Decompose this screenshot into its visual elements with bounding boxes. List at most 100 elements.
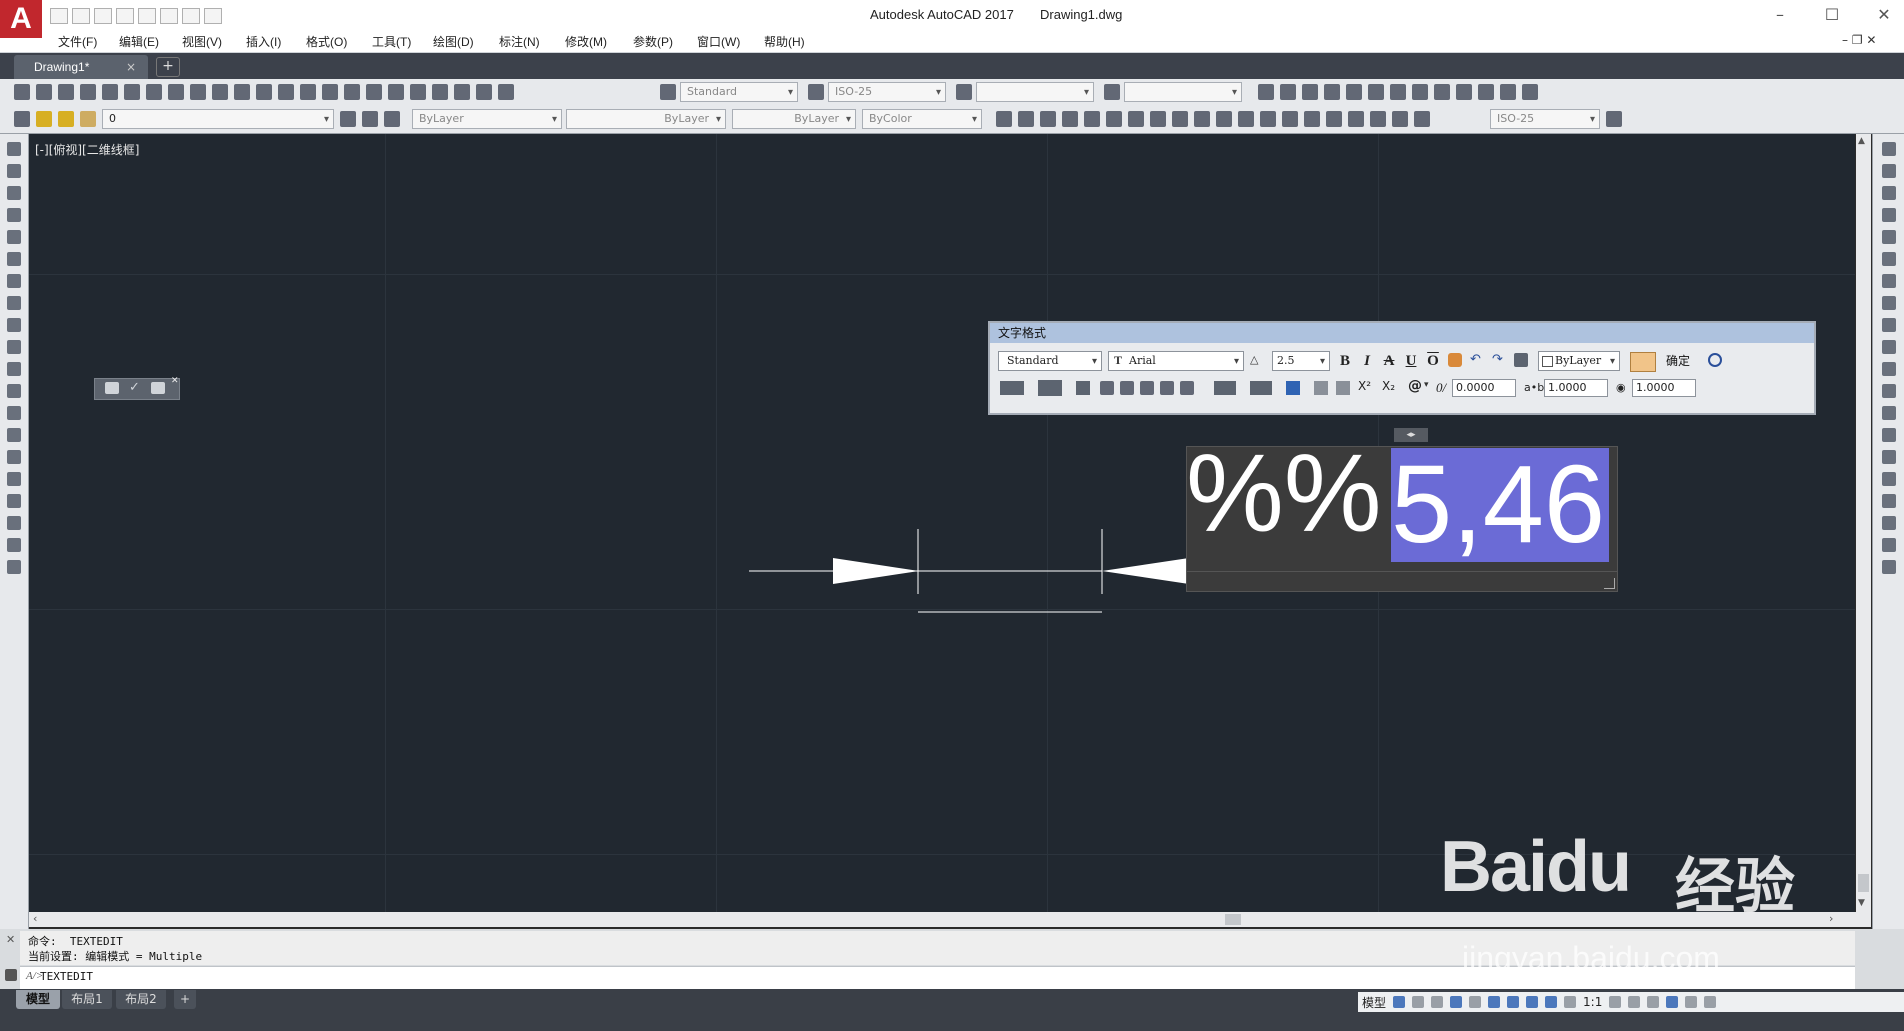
- scroll-right-icon[interactable]: ›: [1829, 912, 1833, 925]
- open-file-icon[interactable]: [72, 8, 90, 24]
- redo-icon[interactable]: [182, 8, 200, 24]
- justify-text-icon[interactable]: [1412, 84, 1428, 100]
- cut-icon[interactable]: [146, 84, 162, 100]
- scale-text-icon[interactable]: [1390, 84, 1406, 100]
- superscript-button[interactable]: X²: [1358, 379, 1371, 393]
- object-snap-icon[interactable]: [1507, 996, 1520, 1008]
- text-edit-icon[interactable]: [105, 382, 119, 394]
- viewport-controls-label[interactable]: [-][俯视][二维线框]: [35, 141, 139, 158]
- customization-menu-icon[interactable]: [1704, 996, 1717, 1008]
- zoom-realtime-icon[interactable]: [300, 84, 316, 100]
- autocad-logo-icon[interactable]: A: [0, 0, 42, 38]
- customize-dropdown-icon[interactable]: [204, 8, 222, 24]
- font-combo[interactable]: Arial: [1108, 351, 1244, 371]
- scale-icon[interactable]: [1882, 296, 1896, 310]
- explode-icon[interactable]: [1882, 494, 1896, 508]
- subscript-button[interactable]: X₂: [1382, 379, 1395, 393]
- design-center-icon[interactable]: [388, 84, 404, 100]
- polyline-icon[interactable]: [7, 186, 21, 200]
- dim-style-combo[interactable]: ISO-25: [828, 82, 946, 102]
- resize-handle-icon[interactable]: [1604, 578, 1615, 589]
- save-as-icon[interactable]: [116, 8, 134, 24]
- hardware-acceleration-icon[interactable]: [1666, 996, 1679, 1008]
- angular-dim-icon[interactable]: [1150, 111, 1166, 127]
- circle-icon[interactable]: [7, 274, 21, 288]
- draworder-icon[interactable]: [1882, 516, 1896, 530]
- editor-text-selected[interactable]: 5,46: [1391, 448, 1610, 562]
- sheet-set-icon[interactable]: [432, 84, 448, 100]
- markup-icon[interactable]: [454, 84, 470, 100]
- bold-button[interactable]: B: [1336, 352, 1354, 370]
- new-file-icon[interactable]: [50, 8, 68, 24]
- layout-tab-model[interactable]: 模型: [16, 990, 60, 1009]
- add-layout-button[interactable]: +: [174, 990, 196, 1009]
- menu-dimension[interactable]: 标注(N): [499, 33, 540, 50]
- mtext-vertical-icon[interactable]: [7, 538, 21, 552]
- text-style-icon[interactable]: [660, 84, 676, 100]
- calculator-icon[interactable]: [476, 84, 492, 100]
- redo-icon[interactable]: ↷: [1492, 352, 1503, 367]
- continue-dim-icon[interactable]: [1216, 111, 1232, 127]
- mtext-icon[interactable]: [1258, 84, 1274, 100]
- hatch-icon[interactable]: [7, 450, 21, 464]
- chevron-down-icon[interactable]: ▾: [1424, 380, 1429, 390]
- plus-icon[interactable]: [1628, 996, 1641, 1008]
- italic-button[interactable]: I: [1358, 352, 1376, 370]
- annotation-visibility-icon[interactable]: [1526, 996, 1539, 1008]
- horizontal-scrollbar[interactable]: ‹ ›: [29, 912, 1871, 927]
- menu-help[interactable]: 帮助(H): [764, 33, 805, 50]
- export-icon[interactable]: [1522, 84, 1538, 100]
- hscroll-thumb[interactable]: [1225, 914, 1241, 925]
- insert-block-icon[interactable]: [7, 384, 21, 398]
- layer-combo[interactable]: 0: [102, 109, 334, 129]
- paste-icon[interactable]: [190, 84, 206, 100]
- layer-properties-icon[interactable]: [14, 111, 30, 127]
- layer-states-icon[interactable]: [384, 111, 400, 127]
- copy-object-icon[interactable]: [1882, 164, 1896, 178]
- find-icon[interactable]: [1324, 84, 1340, 100]
- layer-on-icon[interactable]: [36, 111, 52, 127]
- diameter-dim-icon[interactable]: [1128, 111, 1144, 127]
- menu-insert[interactable]: 插入(I): [246, 33, 281, 50]
- single-line-text-icon[interactable]: [1280, 84, 1296, 100]
- join-icon[interactable]: [1882, 406, 1896, 420]
- trim-icon[interactable]: [1882, 340, 1896, 354]
- convert-space-icon[interactable]: [1434, 84, 1450, 100]
- construction-line-icon[interactable]: [7, 164, 21, 178]
- layer-icon[interactable]: [1478, 84, 1494, 100]
- save-icon[interactable]: [58, 84, 74, 100]
- make-block-icon[interactable]: [7, 406, 21, 420]
- align-right-icon[interactable]: [1140, 381, 1154, 395]
- open-icon[interactable]: [36, 84, 52, 100]
- settings-icon[interactable]: [151, 382, 165, 394]
- edit-text-icon[interactable]: [1302, 84, 1318, 100]
- menu-parametric[interactable]: 参数(P): [633, 33, 673, 50]
- undo-icon[interactable]: ↶: [1470, 352, 1481, 367]
- make-current-layer-icon[interactable]: [340, 111, 356, 127]
- zoom-window-icon[interactable]: [322, 84, 338, 100]
- pan-icon[interactable]: [278, 84, 294, 100]
- arc-icon[interactable]: [7, 252, 21, 266]
- point-icon[interactable]: [7, 428, 21, 442]
- close-command-icon[interactable]: ✕: [6, 933, 15, 946]
- menu-view[interactable]: 视图(V): [182, 33, 222, 50]
- aligned-dim-icon[interactable]: [1018, 111, 1034, 127]
- dim-style-combo-2[interactable]: ISO-25: [1490, 109, 1600, 129]
- ok-button[interactable]: 确定: [1660, 351, 1696, 371]
- center-mark-icon[interactable]: [1304, 111, 1320, 127]
- multileader-style-combo[interactable]: [1124, 82, 1242, 102]
- maximize-icon[interactable]: ☐: [1818, 4, 1846, 26]
- plot-icon[interactable]: [80, 84, 96, 100]
- redo-icon[interactable]: [256, 84, 272, 100]
- radius-dim-icon[interactable]: [1084, 111, 1100, 127]
- strikethrough-button[interactable]: A: [1380, 352, 1398, 370]
- text-style-dialog-icon[interactable]: [1368, 84, 1384, 100]
- help-icon[interactable]: [498, 84, 514, 100]
- dim-space-icon[interactable]: [1238, 111, 1254, 127]
- plot-icon[interactable]: [138, 8, 156, 24]
- menu-edit[interactable]: 编辑(E): [119, 33, 159, 50]
- align-center-icon[interactable]: [1120, 381, 1134, 395]
- quick-dim-icon[interactable]: [1172, 111, 1188, 127]
- spelling-icon[interactable]: [1346, 84, 1362, 100]
- tolerance-icon[interactable]: [1282, 111, 1298, 127]
